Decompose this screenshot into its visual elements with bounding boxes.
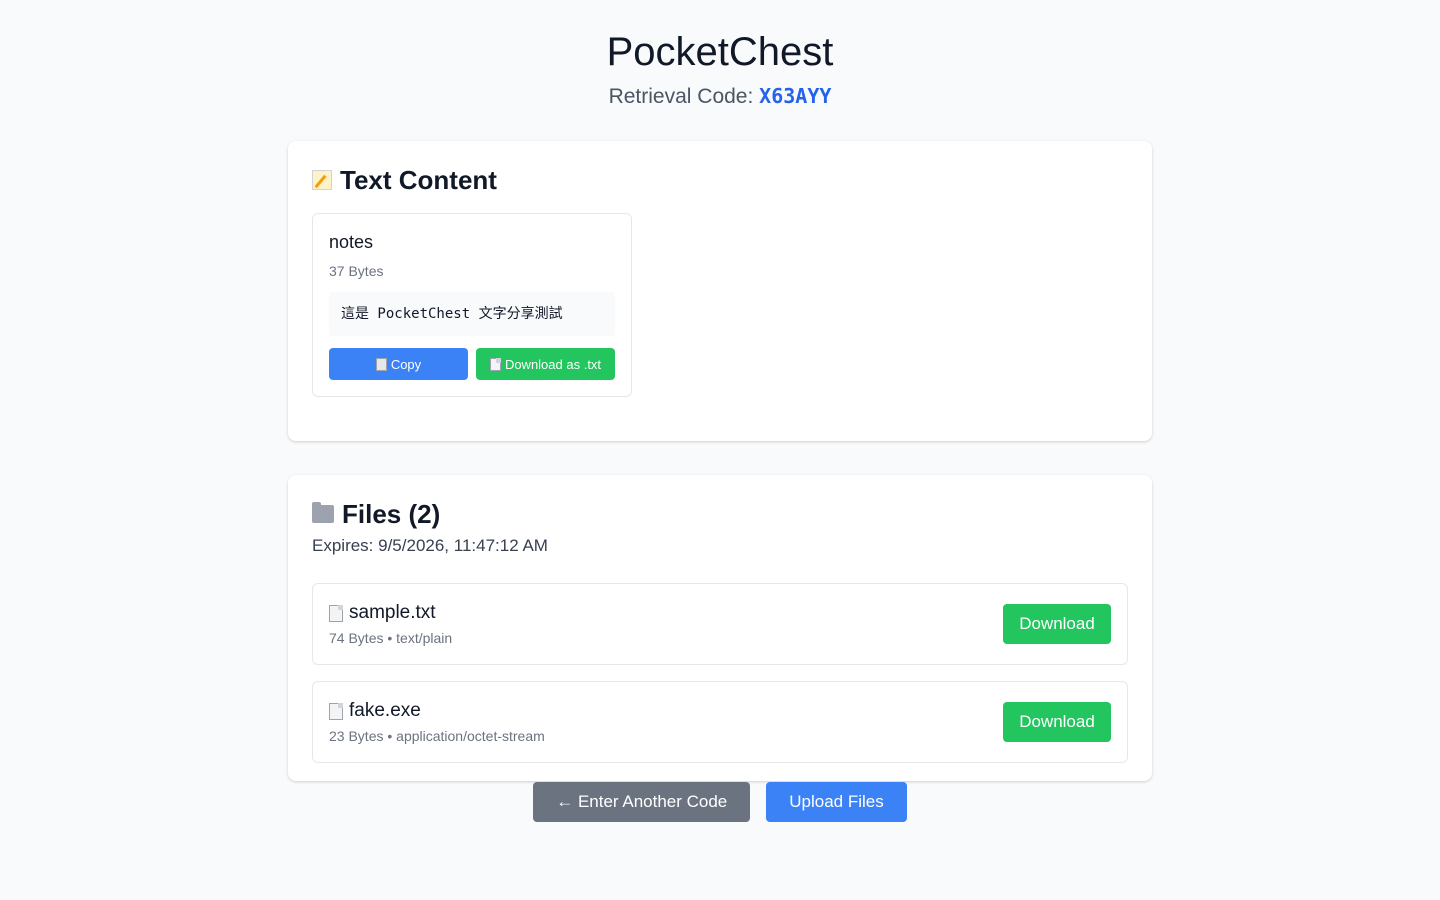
file-icon xyxy=(329,702,343,720)
file-name-line: sample.txt xyxy=(329,601,452,625)
download-button[interactable]: Download xyxy=(1003,702,1111,742)
copy-button-label: Copy xyxy=(390,356,422,372)
copy-button[interactable]: Copy xyxy=(329,348,468,380)
file-meta: 23 Bytes • application/octet-stream xyxy=(329,728,545,744)
files-card: Files (2) Expires: 9/5/2026, 11:47:12 AM… xyxy=(288,475,1152,781)
memo-icon xyxy=(312,170,332,190)
files-title: Files (2) xyxy=(342,499,441,529)
upload-files-button[interactable]: Upload Files xyxy=(766,782,907,822)
file-row: fake.exe 23 Bytes • application/octet-st… xyxy=(312,681,1128,763)
expires-text: Expires: 9/5/2026, 11:47:12 AM xyxy=(312,536,548,555)
text-item-size: 37 Bytes xyxy=(329,263,384,279)
text-content-title: Text Content xyxy=(340,165,497,195)
file-row: sample.txt 74 Bytes • text/plain Downloa… xyxy=(312,583,1128,665)
text-item-preview: 這是 PocketChest 文字分享測試 xyxy=(329,292,615,336)
file-info: sample.txt 74 Bytes • text/plain xyxy=(329,601,452,647)
enter-another-code-button[interactable]: ← Enter Another Code xyxy=(533,782,751,822)
files-heading: Files (2) xyxy=(312,499,1128,529)
file-name: fake.exe xyxy=(349,700,421,721)
retrieval-code-line: Retrieval Code: X63AYY xyxy=(0,82,1440,111)
app-title: PocketChest xyxy=(606,30,834,74)
download-txt-button[interactable]: Download as .txt xyxy=(476,348,615,380)
text-item: notes 37 Bytes 這是 PocketChest 文字分享測試 Cop… xyxy=(312,213,632,397)
retrieval-code-value: X63AYY xyxy=(759,84,832,108)
clipboard-icon xyxy=(375,357,387,371)
document-icon xyxy=(489,357,501,371)
file-list: sample.txt 74 Bytes • text/plain Downloa… xyxy=(312,583,1128,763)
footer-actions: ← Enter Another Code Upload Files xyxy=(0,782,1440,822)
text-content-heading: Text Content xyxy=(312,165,1128,195)
download-txt-button-label: Download as .txt xyxy=(504,356,602,372)
file-info: fake.exe 23 Bytes • application/octet-st… xyxy=(329,699,545,745)
folder-icon xyxy=(312,502,334,523)
text-item-actions: Copy Download as .txt xyxy=(329,348,615,380)
text-item-name: notes xyxy=(329,232,374,252)
file-name: sample.txt xyxy=(349,602,436,623)
page-header: PocketChest Retrieval Code: X63AYY xyxy=(0,0,1440,111)
file-name-line: fake.exe xyxy=(329,699,545,723)
file-icon xyxy=(329,604,343,622)
retrieval-code-label: Retrieval Code: xyxy=(608,85,754,108)
file-meta: 74 Bytes • text/plain xyxy=(329,630,453,646)
download-button[interactable]: Download xyxy=(1003,604,1111,644)
text-content-card: Text Content notes 37 Bytes 這是 PocketChe… xyxy=(288,141,1152,441)
